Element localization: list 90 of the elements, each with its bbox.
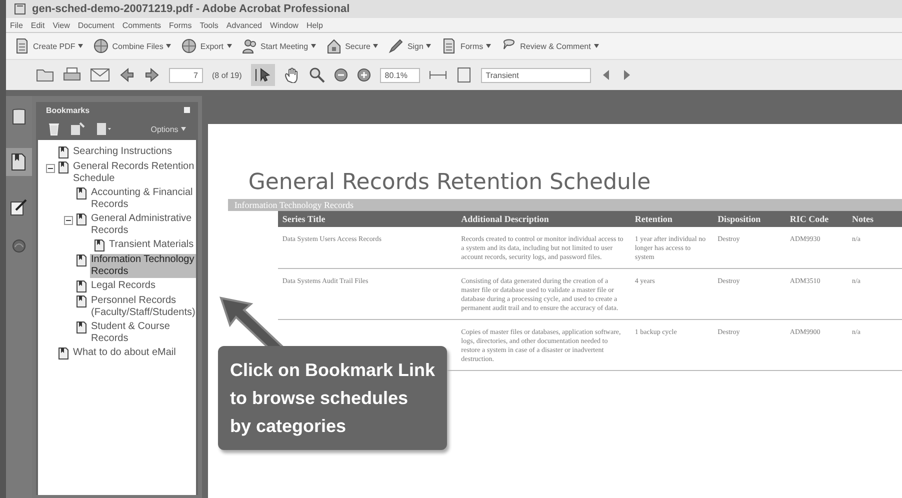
menu-item[interactable]: Tools bbox=[200, 20, 218, 30]
bookmark-icon bbox=[58, 161, 69, 174]
next-page-icon[interactable] bbox=[144, 67, 160, 83]
bookmark-icon bbox=[76, 321, 87, 334]
envelope-icon[interactable] bbox=[90, 68, 110, 82]
menu-item[interactable]: Document bbox=[78, 20, 114, 30]
bookmark-menu-icon[interactable] bbox=[96, 122, 112, 136]
toolbar-button[interactable]: Combine Files bbox=[91, 38, 174, 54]
hand-icon[interactable] bbox=[284, 67, 300, 83]
doc-icon bbox=[14, 38, 30, 54]
collapse-icon[interactable] bbox=[64, 216, 73, 225]
people-icon bbox=[242, 38, 258, 54]
zoom-out-icon[interactable] bbox=[334, 68, 348, 82]
menu-item[interactable]: View bbox=[52, 20, 70, 30]
document-heading: General Records Retention Schedule bbox=[248, 170, 652, 195]
caret-icon bbox=[594, 44, 599, 48]
zoom-field[interactable]: 80.1% bbox=[380, 68, 420, 82]
column-header: Disposition bbox=[714, 211, 786, 227]
globe-icon bbox=[93, 38, 110, 54]
bookmark-icon bbox=[76, 254, 87, 267]
pen-page-icon[interactable] bbox=[10, 198, 28, 216]
zoom-in-icon[interactable] bbox=[356, 68, 371, 82]
panel-title: Bookmarks bbox=[46, 106, 90, 114]
caret-icon bbox=[166, 44, 172, 48]
bookmark-icon bbox=[76, 187, 87, 200]
window-title: gen-sched-demo-20071219.pdf - Adobe Acrobat Professional bbox=[32, 3, 350, 15]
toolbar-button[interactable]: Forms bbox=[439, 38, 494, 54]
caret-icon bbox=[78, 44, 84, 48]
folder-icon[interactable] bbox=[36, 68, 54, 82]
bookmark-icon bbox=[76, 295, 87, 308]
caret-icon bbox=[226, 44, 232, 48]
bookmark-icon bbox=[58, 146, 69, 159]
menu-item[interactable]: Help bbox=[306, 20, 323, 30]
globe-icon bbox=[181, 38, 198, 54]
bookmark-item[interactable]: Personnel Records (Faculty/Staff/Students) bbox=[90, 295, 196, 319]
collapse-icon[interactable] bbox=[46, 164, 55, 173]
bookmark-item[interactable]: Searching Instructions bbox=[72, 146, 173, 158]
bookmark-item[interactable]: General Records Retention Schedule bbox=[72, 161, 196, 185]
printer-icon[interactable] bbox=[63, 67, 81, 83]
callout-text: Click on Bookmark Link to browse schedules by categories bbox=[218, 346, 448, 450]
toolbar-button[interactable]: Start Meeting bbox=[240, 38, 318, 54]
bookmarks-tab-icon[interactable] bbox=[6, 148, 32, 176]
section-heading: Information Technology Records bbox=[228, 199, 902, 211]
column-header: Series Title bbox=[278, 211, 458, 227]
pen-icon bbox=[388, 38, 404, 54]
bookmark-icon bbox=[76, 213, 87, 226]
bookmark-item[interactable]: Transient Materials bbox=[108, 239, 195, 251]
zoom-icon[interactable] bbox=[308, 67, 325, 83]
caret-icon bbox=[181, 127, 186, 131]
doc-icon bbox=[441, 38, 458, 54]
page-count: (8 of 19) bbox=[212, 70, 242, 80]
menu-item[interactable]: Forms bbox=[169, 20, 192, 30]
menu-item[interactable]: Edit bbox=[30, 20, 45, 30]
menu-item[interactable]: Window bbox=[270, 20, 298, 30]
bookmark-item[interactable]: General Administrative Records bbox=[90, 213, 196, 237]
fit-page-icon[interactable] bbox=[456, 67, 472, 83]
page-number-field[interactable]: 7 bbox=[169, 68, 203, 82]
menu-item[interactable]: Advanced bbox=[226, 20, 262, 30]
bookmark-item[interactable]: Legal Records bbox=[90, 280, 156, 292]
column-header: RIC Code bbox=[786, 211, 848, 227]
new-bookmark-icon[interactable] bbox=[70, 122, 86, 136]
bookmark-icon bbox=[94, 239, 105, 252]
caret-icon bbox=[486, 44, 492, 48]
previous-page-icon[interactable] bbox=[119, 67, 135, 83]
bookmark-item[interactable]: Student & Course Records bbox=[90, 321, 196, 345]
toolbar-button[interactable]: Sign bbox=[386, 38, 434, 54]
column-header: Additional Description bbox=[457, 211, 631, 227]
menu-item[interactable]: File bbox=[10, 20, 23, 30]
caret-icon bbox=[426, 44, 432, 48]
app-icon bbox=[14, 3, 26, 15]
column-header: Retention bbox=[630, 211, 714, 227]
bookmark-item[interactable]: Accounting & Financial Records bbox=[90, 187, 196, 211]
page-icon[interactable] bbox=[11, 108, 27, 126]
bookmark-item[interactable]: What to do about eMail bbox=[72, 347, 177, 359]
trash-icon[interactable] bbox=[48, 122, 60, 136]
cursor-icon[interactable] bbox=[250, 64, 275, 86]
options-menu[interactable]: Options bbox=[144, 124, 192, 134]
toolbar-button[interactable]: Create PDF bbox=[12, 38, 86, 54]
caret-icon bbox=[311, 44, 316, 48]
bookmark-item[interactable]: Information Technology Records bbox=[90, 254, 196, 278]
caret-icon bbox=[373, 44, 378, 48]
toolbar-button[interactable]: Secure bbox=[324, 38, 380, 54]
toolbar-button[interactable]: Export bbox=[179, 38, 234, 54]
bookmark-icon bbox=[76, 280, 87, 293]
search-field[interactable]: Transient bbox=[480, 68, 591, 82]
fit-width-icon[interactable] bbox=[428, 68, 447, 82]
bookmark-icon bbox=[58, 347, 69, 360]
toolbar-button[interactable]: Review & Comment bbox=[499, 38, 601, 54]
menu-item[interactable]: Comments bbox=[122, 20, 162, 30]
column-header: Notes bbox=[848, 211, 902, 227]
